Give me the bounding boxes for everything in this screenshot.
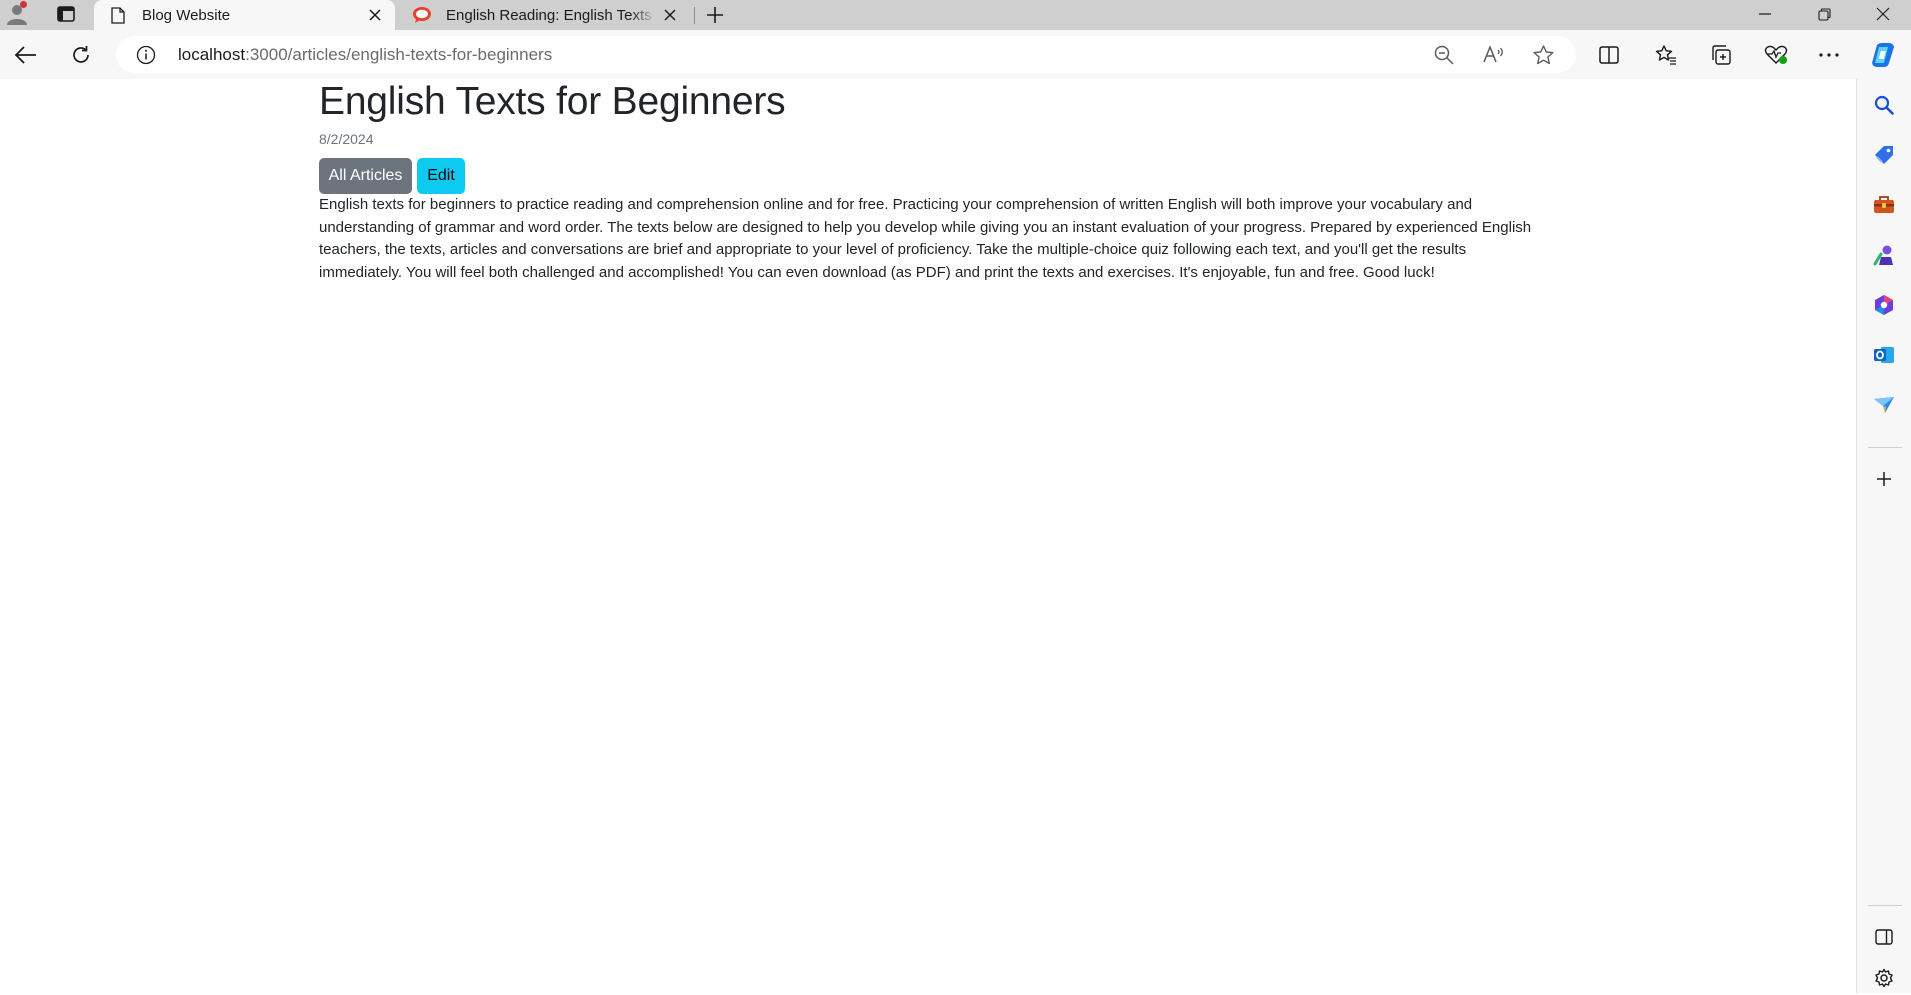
back-arrow-icon xyxy=(15,46,36,64)
article-date: 8/2/2024 xyxy=(319,131,374,147)
star-icon xyxy=(1533,45,1553,65)
read-aloud-icon xyxy=(1483,46,1503,63)
url-text[interactable]: localhost:3000/articles/english-texts-fo… xyxy=(178,45,552,65)
page-icon xyxy=(108,5,128,25)
search-button[interactable] xyxy=(1867,88,1901,122)
favorite-button[interactable] xyxy=(1527,39,1559,71)
collections-button[interactable] xyxy=(1705,39,1737,71)
address-bar[interactable]: localhost:3000/articles/english-texts-fo… xyxy=(116,36,1576,73)
tab-actions-button[interactable] xyxy=(52,2,80,26)
close-icon xyxy=(664,9,676,21)
more-dots-icon xyxy=(1819,53,1839,57)
minimize-button[interactable] xyxy=(1737,0,1793,28)
plus-icon xyxy=(707,7,723,23)
tab-close-button[interactable] xyxy=(656,1,684,29)
tab-title: English Reading: English Texts for Begin… xyxy=(446,6,656,24)
hide-sidebar-button[interactable] xyxy=(1867,920,1901,954)
side-panel-divider xyxy=(1868,905,1902,906)
restore-icon xyxy=(1817,7,1831,21)
tab-close-button[interactable] xyxy=(361,1,389,29)
copilot-button[interactable] xyxy=(1867,39,1899,71)
back-button[interactable] xyxy=(10,39,42,71)
outlook-button[interactable] xyxy=(1867,338,1901,372)
paper-plane-icon xyxy=(1874,397,1894,413)
profile-button[interactable] xyxy=(0,0,34,28)
sidebar-settings-button[interactable] xyxy=(1867,961,1901,995)
minimize-icon xyxy=(1759,13,1771,15)
close-icon xyxy=(1876,7,1890,21)
microsoft-365-icon xyxy=(1875,295,1893,315)
site-favicon-icon xyxy=(412,5,432,25)
tools-button[interactable] xyxy=(1867,188,1901,222)
notification-dot xyxy=(20,1,27,8)
add-sidebar-app-button[interactable] xyxy=(1867,462,1901,496)
gear-icon xyxy=(1875,968,1893,988)
drop-button[interactable] xyxy=(1867,388,1901,422)
window-close-button[interactable] xyxy=(1855,0,1911,28)
side-panel-divider xyxy=(1868,447,1902,448)
browser-toolbar: localhost:3000/articles/english-texts-fo… xyxy=(0,30,1911,79)
url-host: localhost xyxy=(178,45,246,64)
favorites-button[interactable] xyxy=(1650,39,1682,71)
collections-icon xyxy=(1712,45,1731,65)
shopping-button[interactable] xyxy=(1867,138,1901,172)
zoom-out-button[interactable] xyxy=(1428,39,1460,71)
side-panel xyxy=(1856,79,1911,993)
edit-button[interactable]: Edit xyxy=(417,158,465,194)
all-articles-button[interactable]: All Articles xyxy=(319,158,412,194)
article-title: English Texts for Beginners xyxy=(319,80,786,123)
tab-strip: Blog Website English Reading: English Te… xyxy=(0,0,1911,30)
browser-essentials-button[interactable] xyxy=(1760,39,1792,71)
page-viewport: English Texts for Beginners 8/2/2024 All… xyxy=(0,79,1856,993)
tab-separator xyxy=(694,7,695,24)
article-body: English texts for beginners to practice … xyxy=(319,196,1532,281)
split-screen-icon xyxy=(1599,46,1619,64)
microsoft-365-button[interactable] xyxy=(1867,288,1901,322)
read-aloud-button[interactable] xyxy=(1478,39,1510,71)
shopping-tag-icon xyxy=(1875,146,1893,164)
copilot-icon xyxy=(1872,43,1894,67)
games-button[interactable] xyxy=(1867,238,1901,272)
chess-piece-icon xyxy=(1873,245,1893,266)
settings-more-button[interactable] xyxy=(1813,39,1845,71)
tab-title: Blog Website xyxy=(142,6,231,24)
outlook-icon xyxy=(1874,347,1894,363)
refresh-icon xyxy=(73,46,89,63)
sidebar-toggle-icon xyxy=(1875,929,1893,945)
restore-button[interactable] xyxy=(1796,0,1852,28)
tab-blog-website[interactable]: Blog Website xyxy=(94,0,395,30)
plus-icon xyxy=(1877,472,1891,486)
zoom-out-icon xyxy=(1434,45,1454,65)
toolbox-icon xyxy=(1874,196,1894,213)
search-icon xyxy=(1874,95,1894,115)
close-icon xyxy=(369,9,381,21)
favorites-list-icon xyxy=(1655,45,1676,65)
url-path: :3000/articles/english-texts-for-beginne… xyxy=(245,45,553,64)
info-icon[interactable] xyxy=(134,43,158,67)
new-tab-button[interactable] xyxy=(700,1,730,29)
tab-english-reading[interactable]: English Reading: English Texts for Begin… xyxy=(398,0,690,30)
refresh-button[interactable] xyxy=(65,39,97,71)
tab-actions-icon xyxy=(57,6,75,22)
heartbeat-icon xyxy=(1764,45,1788,64)
split-screen-button[interactable] xyxy=(1593,39,1625,71)
